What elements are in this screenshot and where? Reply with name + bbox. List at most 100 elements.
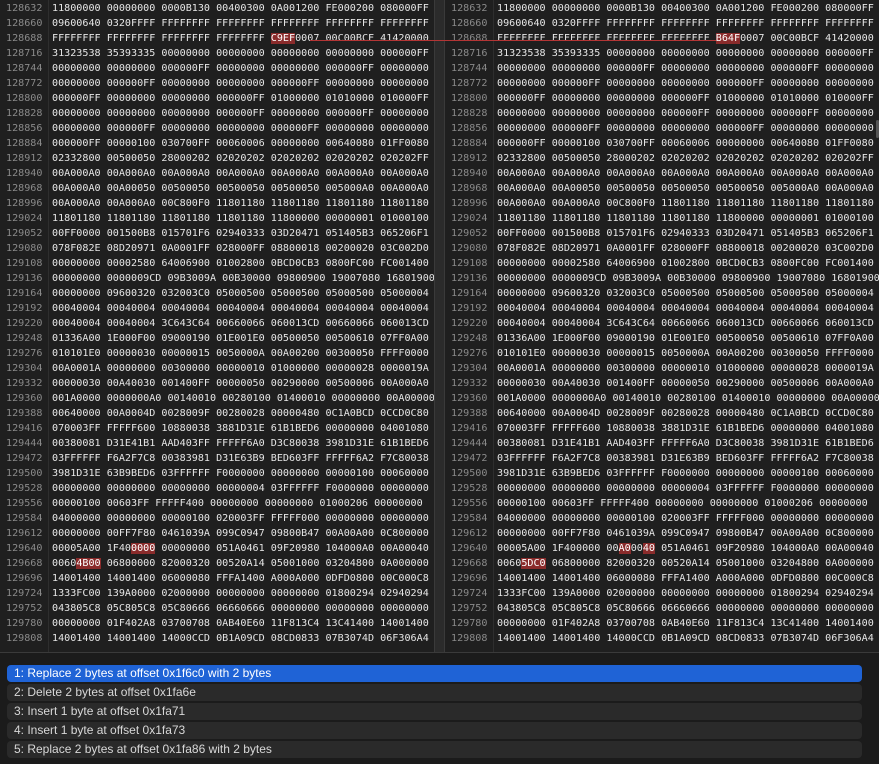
change-item[interactable]: 3: Insert 1 byte at offset 0x1fa71 (7, 703, 862, 720)
row-bytes[interactable]: 000000FF 00000000 00000000 000000FF 0100… (52, 93, 429, 104)
row-bytes[interactable]: 00000000 00000000 000000FF 00000000 0000… (497, 63, 874, 74)
row-bytes[interactable]: 00000000 00000000 000000FF 00000000 0000… (52, 63, 429, 74)
row-bytes[interactable]: 11801180 11801180 11801180 11801180 1180… (497, 213, 874, 224)
hex-pane-left[interactable]: 128632 11800000 00000000 0000B130 0040030… (0, 0, 434, 652)
row-bytes[interactable]: 00000000 000000FF 00000000 00000000 0000… (52, 123, 429, 134)
row-bytes[interactable]: 09600640 0320FFFF FFFFFFFF FFFFFFFF FFFF… (52, 18, 429, 29)
row-bytes[interactable]: 00A000A0 00A00050 00500050 00500050 0050… (497, 183, 874, 194)
row-bytes[interactable]: 00000000 0000009CD 09B3009A 00B30000 098… (497, 273, 879, 284)
row-bytes[interactable]: 000000FF 00000100 030700FF 00060006 0000… (497, 138, 874, 149)
row-bytes[interactable]: 00000000 00FF7F80 0461039A 099C0947 0980… (497, 528, 874, 539)
row-bytes[interactable]: 00000000 00FF7F80 0461039A 099C0947 0980… (52, 528, 429, 539)
row-bytes[interactable]: 01336A00 1E000F00 09000190 01E001E0 0050… (52, 333, 429, 344)
row-bytes[interactable]: 1333FC00 139A0000 02000000 00000000 0000… (52, 588, 429, 599)
row-bytes[interactable]: 00 (631, 543, 643, 554)
row-bytes[interactable]: 11800000 00000000 0000B130 00400300 0A00… (497, 3, 874, 14)
row-bytes[interactable]: 00000000 00000000 00000000 000000FF 0000… (52, 108, 429, 119)
row-bytes[interactable]: 00A0001A 00000000 00300000 00000010 0100… (497, 363, 874, 374)
changed-bytes[interactable]: 5DC0 (521, 558, 546, 569)
row-bytes[interactable]: 051A0461 09F20980 104000A0 00A00040 (655, 543, 874, 554)
row-bytes[interactable]: 00FF0000 001500B8 015701F6 02940333 03D2… (52, 228, 429, 239)
change-item[interactable]: 2: Delete 2 bytes at offset 0x1fa6e (7, 684, 862, 701)
row-bytes[interactable]: 02332800 00500050 28000202 02020202 0202… (52, 153, 429, 164)
row-bytes[interactable]: 09600640 0320FFFF FFFFFFFF FFFFFFFF FFFF… (497, 18, 874, 29)
row-bytes[interactable]: 1333FC00 139A0000 02000000 00000000 0000… (497, 588, 874, 599)
row-bytes[interactable]: 00000000 00002580 64006900 01002800 0BCD… (52, 258, 429, 269)
row-bytes[interactable]: FFFFFFFF FFFFFFFF FFFFFFFF FFFFFFFF (497, 33, 716, 44)
row-bytes[interactable]: 00005A00 1F400000 00 (497, 543, 619, 554)
row-bytes[interactable]: 00380081 D31E41B1 AAD403FF FFFFF6A0 D3C8… (497, 438, 874, 449)
row-bytes[interactable]: 043805C8 05C805C8 05C80666 06660666 0000… (52, 603, 429, 614)
row-bytes[interactable]: 00640000 00A0004D 0028009F 00280028 0000… (52, 408, 429, 419)
row-bytes[interactable]: 14001400 14001400 06000080 FFFA1400 A000… (497, 573, 874, 584)
row-bytes[interactable]: 04000000 00000000 00000100 020003FF FFFF… (497, 513, 874, 524)
row-bytes[interactable]: 06800000 82000320 00520A14 05001000 0320… (546, 558, 874, 569)
row-bytes[interactable]: 00FF0000 001500B8 015701F6 02940333 03D2… (497, 228, 874, 239)
row-bytes[interactable]: 00000100 00603FF FFFFF400 00000000 00000… (497, 498, 868, 509)
row-bytes[interactable]: 00000000 00000000 00000000 00000004 03FF… (52, 483, 429, 494)
row-bytes[interactable]: 00000000 000000FF 00000000 00000000 0000… (497, 123, 874, 134)
row-bytes[interactable]: 00000000 09600320 032003C0 05000500 0500… (52, 288, 429, 299)
row-bytes[interactable]: 01336A00 1E000F00 09000190 01E001E0 0050… (497, 333, 874, 344)
row-bytes[interactable]: 000000FF 00000000 00000000 000000FF 0100… (497, 93, 874, 104)
row-bytes[interactable]: 00A000A0 00A00050 00500050 00500050 0050… (52, 183, 429, 194)
row-bytes[interactable]: 00A0001A 00000000 00300000 00000010 0100… (52, 363, 429, 374)
row-bytes[interactable]: 00640000 00A0004D 0028009F 00280028 0000… (497, 408, 874, 419)
row-bytes[interactable]: 001A0000 0000000A0 00140010 00280100 014… (52, 393, 434, 404)
hex-row[interactable]: 129808 14001400 14001400 14000CCD 0B1A09C… (0, 630, 429, 648)
row-bytes[interactable]: 06800000 82000320 00520A14 05001000 0320… (101, 558, 429, 569)
row-bytes[interactable]: 0007 00C00BCF 41420000 (740, 33, 874, 44)
row-bytes[interactable]: 0060 (52, 558, 76, 569)
row-bytes[interactable]: 00040004 00040004 00040004 00040004 0004… (52, 303, 429, 314)
row-bytes[interactable]: FFFFFFFF FFFFFFFF FFFFFFFF FFFFFFFF (52, 33, 271, 44)
row-bytes[interactable]: 043805C8 05C805C8 05C80666 06660666 0000… (497, 603, 874, 614)
change-item[interactable]: 4: Insert 1 byte at offset 0x1fa73 (7, 722, 862, 739)
row-bytes[interactable]: 010101E0 00000030 00000015 0050000A 00A0… (52, 348, 429, 359)
changed-bytes[interactable]: B64F (715, 33, 741, 44)
row-bytes[interactable]: 14001400 14001400 14000CCD 0B1A09CD 08CD… (52, 633, 429, 644)
changed-bytes[interactable]: 4B00 (76, 558, 101, 569)
row-bytes[interactable]: 02332800 00500050 28000202 02020202 0202… (497, 153, 874, 164)
change-item[interactable]: 1: Replace 2 bytes at offset 0x1f6c0 wit… (7, 665, 862, 682)
row-bytes[interactable]: 14001400 14001400 14000CCD 0B1A09CD 08CD… (497, 633, 874, 644)
row-bytes[interactable]: 03FFFFFF F6A2F7C8 00383981 D31E63B9 BED6… (497, 453, 874, 464)
row-bytes[interactable]: 078F082E 08D20971 0A0001FF 028000FF 0880… (497, 243, 874, 254)
row-bytes[interactable]: 00A000A0 00A000A0 00C800F0 11801180 1180… (52, 198, 429, 209)
row-bytes[interactable]: 00000000 051A0461 09F20980 104000A0 00A0… (155, 543, 428, 554)
changed-bytes[interactable]: A0 (618, 543, 631, 554)
row-bytes[interactable]: 00040004 00040004 00040004 00040004 0004… (497, 303, 874, 314)
hex-row[interactable]: 129808 14001400 14001400 14000CCD 0B1A09C… (445, 630, 874, 648)
row-bytes[interactable]: 31323538 35393335 00000000 00000000 0000… (497, 48, 874, 59)
row-bytes[interactable]: 00000000 01F402A8 03700708 0AB40E60 11F8… (497, 618, 874, 629)
row-bytes[interactable]: 0007 00C00BCF 41420000 (295, 33, 429, 44)
hex-pane-right[interactable]: 128632 11800000 00000000 0000B130 0040030… (445, 0, 879, 652)
row-bytes[interactable]: 00040004 00040004 3C643C64 00660066 0600… (497, 318, 874, 329)
row-bytes[interactable]: 11800000 00000000 0000B130 00400300 0A00… (52, 3, 429, 14)
row-bytes[interactable]: 00000000 00000000 00000000 00000004 03FF… (497, 483, 874, 494)
row-bytes[interactable]: 00000000 00000000 00000000 000000FF 0000… (497, 108, 874, 119)
row-bytes[interactable]: 00000100 00603FF FFFFF400 00000000 00000… (52, 498, 423, 509)
row-bytes[interactable]: 00A000A0 00A000A0 00A000A0 00A000A0 00A0… (497, 168, 874, 179)
changed-bytes[interactable]: 0000 (131, 543, 156, 554)
row-bytes[interactable]: 04000000 00000000 00000100 020003FF FFFF… (52, 513, 429, 524)
row-bytes[interactable]: 3981D31E 63B9BED6 03FFFFFF F0000000 0000… (497, 468, 874, 479)
row-bytes[interactable]: 00000000 00002580 64006900 01002800 0BCD… (497, 258, 874, 269)
row-bytes[interactable]: 00000000 000000FF 00000000 00000000 0000… (497, 78, 874, 89)
row-bytes[interactable]: 0060 (497, 558, 521, 569)
row-bytes[interactable]: 00040004 00040004 3C643C64 00660066 0600… (52, 318, 429, 329)
row-bytes[interactable]: 14001400 14001400 06000080 FFFA1400 A000… (52, 573, 429, 584)
row-bytes[interactable]: 00000030 00A40030 001400FF 00000050 0029… (52, 378, 429, 389)
row-bytes[interactable]: 010101E0 00000030 00000015 0050000A 00A0… (497, 348, 874, 359)
row-bytes[interactable]: 070003FF FFFFF600 10880038 3881D31E 61B1… (497, 423, 874, 434)
row-bytes[interactable]: 00380081 D31E41B1 AAD403FF FFFFF6A0 D3C8… (52, 438, 429, 449)
row-bytes[interactable]: 000000FF 00000100 030700FF 00060006 0000… (52, 138, 429, 149)
row-bytes[interactable]: 03FFFFFF F6A2F7C8 00383981 D31E63B9 BED6… (52, 453, 429, 464)
row-bytes[interactable]: 00A000A0 00A000A0 00C800F0 11801180 1180… (497, 198, 874, 209)
row-bytes[interactable]: 00000000 0000009CD 09B3009A 00B30000 098… (52, 273, 434, 284)
row-bytes[interactable]: 070003FF FFFFF600 10880038 3881D31E 61B1… (52, 423, 429, 434)
row-bytes[interactable]: 00005A00 1F40 (52, 543, 131, 554)
row-bytes[interactable]: 00A000A0 00A000A0 00A000A0 00A000A0 00A0… (52, 168, 429, 179)
row-bytes[interactable]: 00000000 01F402A8 03700708 0AB40E60 11F8… (52, 618, 429, 629)
row-bytes[interactable]: 3981D31E 63B9BED6 03FFFFFF F0000000 0000… (52, 468, 429, 479)
row-bytes[interactable]: 078F082E 08D20971 0A0001FF 028000FF 0880… (52, 243, 429, 254)
